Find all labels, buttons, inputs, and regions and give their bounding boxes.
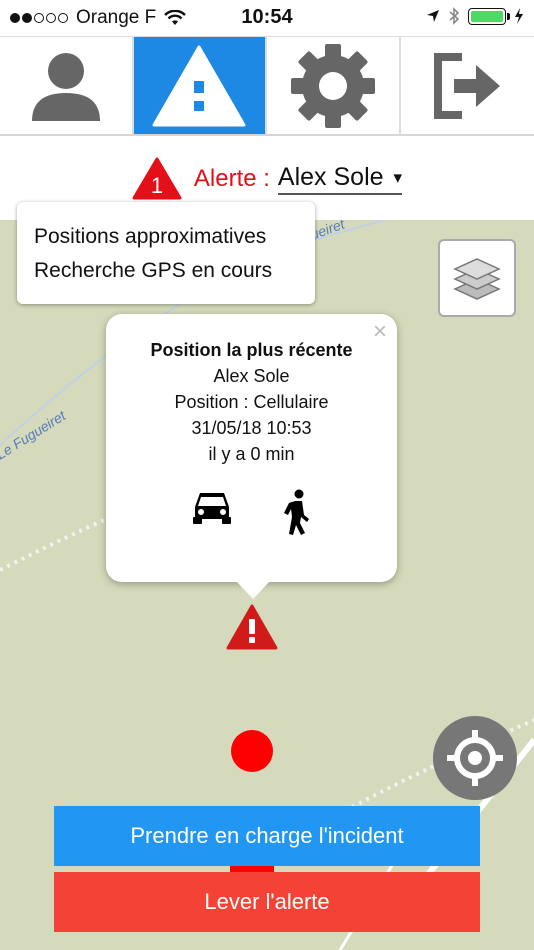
alert-marker-icon[interactable] xyxy=(226,604,278,650)
lift-alert-button[interactable]: Lever l'alerte xyxy=(54,872,480,932)
alert-count: 1 xyxy=(151,173,163,198)
popup-datetime: 31/05/18 10:53 xyxy=(191,418,312,438)
gps-status-line: Positions approximatives xyxy=(34,225,267,248)
popup-person-name: Alex Sole xyxy=(213,366,290,386)
take-charge-button[interactable]: Prendre en charge l'incident xyxy=(54,806,480,866)
tab-profile[interactable] xyxy=(0,37,134,134)
status-icons xyxy=(426,7,524,25)
alert-label: Alerte : xyxy=(193,165,270,192)
tab-alerts[interactable] xyxy=(133,37,267,134)
person-icon xyxy=(31,52,100,121)
tab-bar xyxy=(0,36,534,136)
gps-status-line: Recherche GPS en cours xyxy=(34,259,273,282)
gear-icon xyxy=(290,43,375,128)
tab-settings[interactable] xyxy=(267,37,401,134)
walking-person-icon[interactable] xyxy=(283,489,313,535)
status-bar: Orange F 10:54 xyxy=(0,0,534,36)
warning-icon xyxy=(152,45,246,126)
person-select[interactable]: Alex Sole ▾ xyxy=(277,163,403,195)
layers-icon xyxy=(453,258,501,300)
car-icon[interactable] xyxy=(191,489,233,525)
charging-icon xyxy=(515,8,523,24)
chevron-down-icon: ▾ xyxy=(393,167,403,187)
selected-person: Alex Sole xyxy=(277,163,384,191)
locate-me-button[interactable] xyxy=(433,716,517,800)
logout-icon xyxy=(434,52,501,119)
gps-status-card: Positions approximatives Recherche GPS e… xyxy=(17,202,315,304)
position-marker[interactable] xyxy=(231,730,273,772)
alert-count-badge-icon: 1 xyxy=(132,157,182,200)
battery-icon xyxy=(468,7,510,25)
popup-title: Position la plus récente xyxy=(150,340,353,360)
popup-elapsed: il y a 0 min xyxy=(208,444,295,464)
crosshair-icon xyxy=(447,730,503,786)
transport-mode-icons xyxy=(106,489,397,535)
bluetooth-icon xyxy=(449,7,460,25)
close-icon[interactable]: × xyxy=(373,318,387,346)
tab-logout[interactable] xyxy=(400,37,534,134)
position-popup: × Position la plus récente Alex Sole Pos… xyxy=(106,314,397,599)
popup-position-type: Position : Cellulaire xyxy=(174,392,329,412)
map-layers-button[interactable] xyxy=(438,239,516,317)
location-arrow-icon xyxy=(427,10,439,22)
